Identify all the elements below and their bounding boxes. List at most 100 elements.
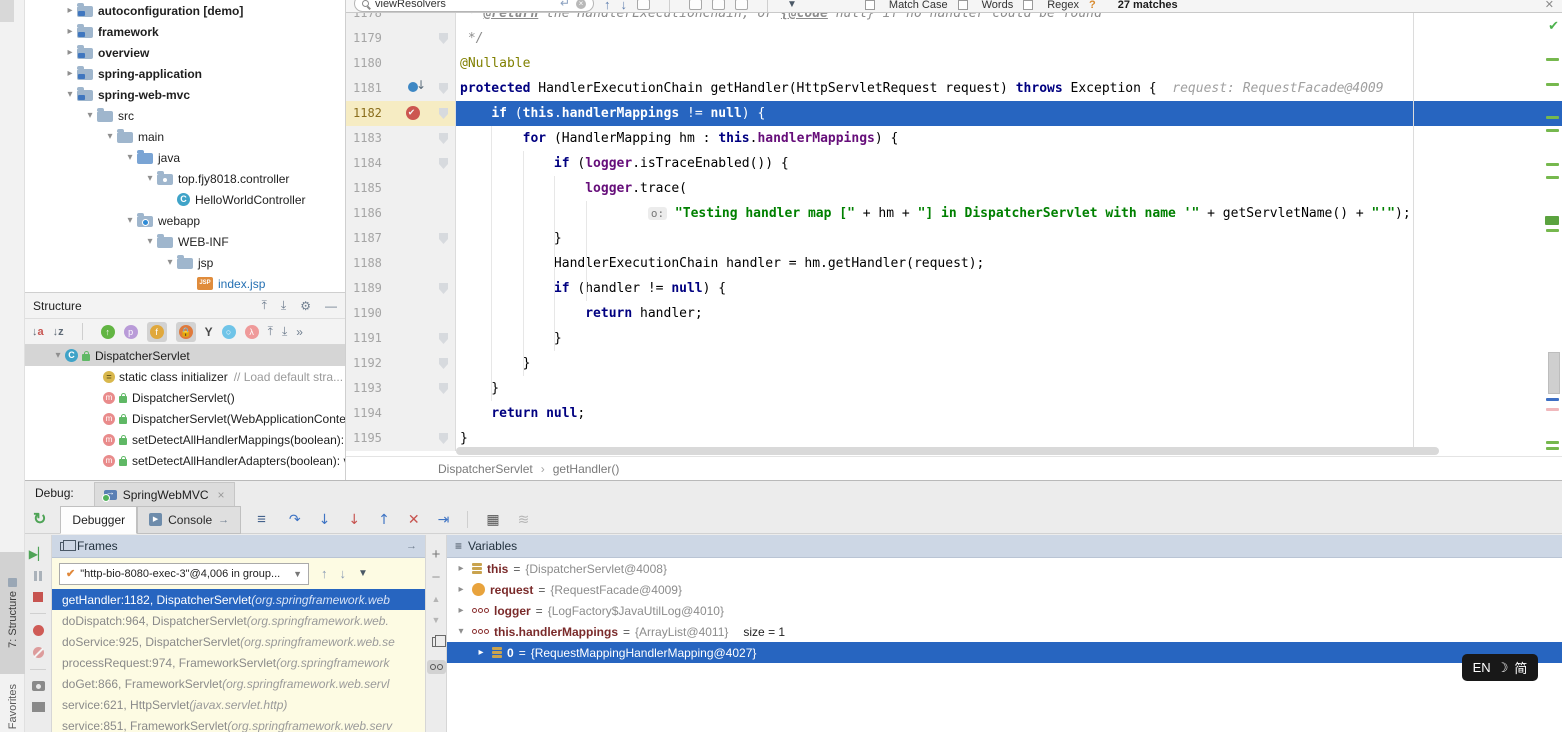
vertical-scrollbar[interactable]: [1548, 352, 1560, 394]
chevron-icon[interactable]: ▾: [123, 152, 137, 163]
project-tree-item[interactable]: ▾ java: [25, 147, 345, 168]
thread-dump-icon[interactable]: [32, 681, 45, 691]
trace-streams-icon[interactable]: ≋: [518, 512, 530, 528]
group-icon[interactable]: ○: [222, 325, 236, 339]
hide-frames-filter-icon[interactable]: ▼: [358, 568, 368, 579]
fold-marker-icon[interactable]: [439, 108, 448, 119]
next-occurrence-icon[interactable]: ↓: [621, 0, 628, 11]
match-case-checkbox[interactable]: [865, 0, 875, 10]
stack-frame-row[interactable]: getHandler:1182, DispatcherServlet (org.…: [52, 589, 425, 610]
chevron-icon[interactable]: ▾: [455, 626, 467, 637]
fold-marker-icon[interactable]: [439, 358, 448, 369]
search-query[interactable]: viewResolvers: [375, 0, 554, 10]
gutter[interactable]: 1191: [346, 326, 456, 351]
caret-marker[interactable]: [1546, 398, 1559, 401]
structure-item[interactable]: DispatcherServlet(): [25, 387, 345, 408]
mute-breakpoints-icon[interactable]: [33, 647, 44, 658]
stop-icon[interactable]: [33, 592, 43, 602]
gutter[interactable]: 1188: [346, 251, 456, 276]
pin-icon[interactable]: →: [218, 514, 229, 526]
hide-icon[interactable]: —: [325, 299, 337, 313]
stack-frame-row[interactable]: doDispatch:964, DispatcherServlet (org.s…: [52, 610, 425, 631]
gutter[interactable]: 1181: [346, 76, 456, 101]
debug-session-tab[interactable]: SpringWebMVC ×: [94, 482, 235, 506]
layout-menu-icon[interactable]: ≡: [257, 511, 266, 528]
regex-checkbox[interactable]: [1023, 0, 1033, 10]
stack-frame-row[interactable]: doService:925, DispatcherServlet (org.sp…: [52, 631, 425, 652]
clear-search-icon[interactable]: ×: [576, 0, 586, 9]
fold-marker-icon[interactable]: [439, 158, 448, 169]
inspection-ok-icon[interactable]: ✔: [1548, 18, 1559, 34]
gutter[interactable]: 1193: [346, 376, 456, 401]
preserve-case-icon[interactable]: [712, 0, 725, 10]
breakpoint-icon[interactable]: [408, 82, 418, 92]
structure-item[interactable]: setDetectAllHandlerMappings(boolean): v: [25, 429, 345, 450]
search-input[interactable]: viewResolvers ↵ ×: [354, 0, 594, 12]
input-method-badge[interactable]: EN ☽ 简: [1462, 654, 1538, 681]
collapse-all-icon[interactable]: ⤓: [282, 324, 287, 339]
prev-frame-icon[interactable]: ↑: [321, 566, 328, 581]
structure-item[interactable]: ▾ DispatcherServlet: [25, 345, 345, 366]
project-tree-item[interactable]: ▾ jsp: [25, 252, 345, 273]
tab-console[interactable]: ▶ Console →: [137, 506, 241, 534]
project-tree-item[interactable]: ▸ framework: [25, 21, 345, 42]
gutter[interactable]: 1184: [346, 151, 456, 176]
variable-row[interactable]: ▾ this.handlerMappings = {ArrayList@4011…: [447, 621, 1562, 642]
collapsed-tab[interactable]: [0, 0, 14, 22]
chevron-icon[interactable]: ▾: [163, 257, 177, 268]
show-non-public-toggle[interactable]: 🔒: [176, 322, 196, 342]
view-breakpoints-icon[interactable]: [33, 625, 44, 636]
close-search-icon[interactable]: ✕: [1545, 0, 1554, 11]
breakpoint-icon[interactable]: [406, 106, 420, 120]
search-match-marker[interactable]: [1546, 229, 1559, 232]
chevron-icon[interactable]: ▸: [63, 68, 77, 79]
collapse-all-icon[interactable]: ⤓: [281, 298, 286, 313]
search-match-marker[interactable]: [1546, 129, 1559, 132]
gutter[interactable]: 1194: [346, 401, 456, 426]
project-tree-item[interactable]: HelloWorldController: [25, 189, 345, 210]
horizontal-scrollbar[interactable]: [456, 447, 1439, 455]
variable-row[interactable]: ▸ logger = {LogFactory$JavaUtilLog@4010}: [447, 600, 1562, 621]
newline-icon[interactable]: ↵: [560, 0, 570, 9]
remove-watch-icon[interactable]: −: [432, 574, 441, 582]
gutter[interactable]: 1182: [346, 101, 456, 126]
project-tree-item[interactable]: ▸ autoconfiguration [demo]: [25, 0, 345, 21]
regex-help-icon[interactable]: ?: [1089, 0, 1096, 11]
fold-marker-icon[interactable]: [439, 133, 448, 144]
toolwindow-tab-favorites[interactable]: Favorites: [0, 682, 25, 732]
fold-marker-icon[interactable]: [439, 283, 448, 294]
project-tree-item[interactable]: ▾ WEB-INF: [25, 231, 345, 252]
pause-icon[interactable]: [34, 571, 42, 581]
stack-frame-row[interactable]: service:621, HttpServlet (javax.servlet.…: [52, 694, 425, 715]
move-up-icon[interactable]: ▲: [432, 595, 441, 603]
gutter[interactable]: 1179: [346, 26, 456, 51]
search-match-marker[interactable]: [1546, 58, 1559, 61]
search-filter-icon[interactable]: ▼: [787, 0, 797, 10]
search-match-marker[interactable]: [1546, 176, 1559, 179]
show-lambdas-icon[interactable]: λ: [245, 325, 259, 339]
stack-frame-row[interactable]: doGet:866, FrameworkServlet (org.springf…: [52, 673, 425, 694]
show-properties-icon[interactable]: p: [124, 325, 138, 339]
drop-frame-icon[interactable]: ✕: [408, 512, 420, 528]
stack-frame-row[interactable]: service:851, FrameworkServlet (org.sprin…: [52, 715, 425, 732]
chevron-icon[interactable]: ▾: [103, 131, 117, 142]
gutter[interactable]: 1195: [346, 426, 456, 451]
chevron-icon[interactable]: ▸: [455, 605, 467, 616]
chevron-icon[interactable]: ▸: [63, 26, 77, 37]
show-inherited-icon[interactable]: ↑: [101, 325, 115, 339]
gutter[interactable]: 1185: [346, 176, 456, 201]
project-tree-item[interactable]: ▸ spring-application: [25, 63, 345, 84]
chevron-icon[interactable]: ▸: [63, 47, 77, 58]
editor-marker-bar[interactable]: ✔: [1542, 13, 1562, 447]
more-icon[interactable]: »: [296, 325, 303, 339]
rerun-icon[interactable]: ↻: [33, 512, 46, 528]
structure-item[interactable]: DispatcherServlet(WebApplicationContext: [25, 408, 345, 429]
code-area[interactable]: 1178 * @return the HandlerExecutionChain…: [346, 1, 1562, 451]
gutter[interactable]: 1187: [346, 226, 456, 251]
settings-layout-icon[interactable]: [32, 702, 45, 712]
fold-marker-icon[interactable]: [439, 233, 448, 244]
stack-frame-row[interactable]: processRequest:974, FrameworkServlet (or…: [52, 652, 425, 673]
chevron-icon[interactable]: ▾: [83, 110, 97, 121]
project-tree-item[interactable]: ▾ main: [25, 126, 345, 147]
gutter[interactable]: 1183: [346, 126, 456, 151]
